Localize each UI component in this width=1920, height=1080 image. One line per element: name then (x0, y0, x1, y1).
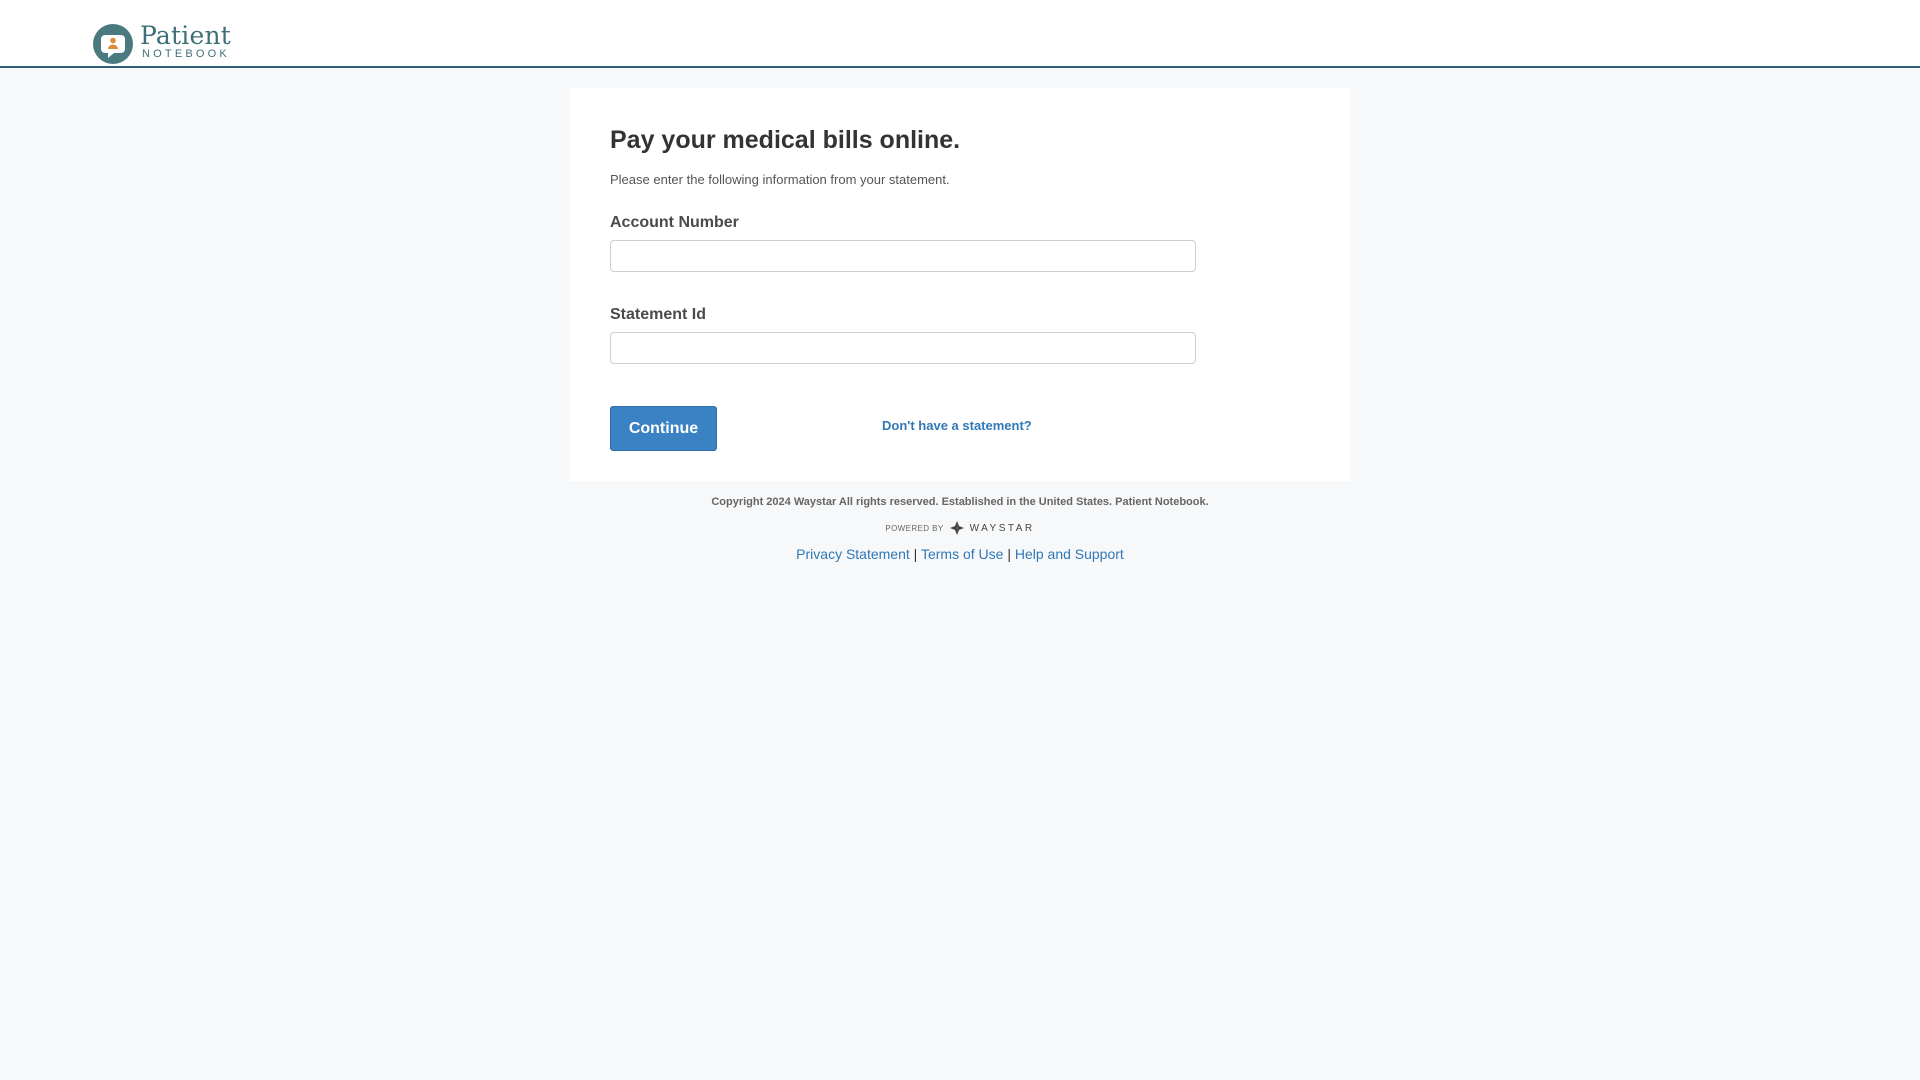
copyright-text: Copyright 2024 Waystar All rights reserv… (711, 496, 1209, 508)
footer: Copyright 2024 Waystar All rights reserv… (570, 496, 1350, 562)
footer-links: Privacy Statement | Terms of Use | Help … (570, 546, 1350, 562)
form-instructions: Please enter the following information f… (610, 172, 950, 187)
waystar-wordmark: WAYSTAR (969, 522, 1035, 534)
terms-of-use-link[interactable]: Terms of Use (921, 546, 1003, 562)
logo-word: Patient (140, 21, 231, 50)
logo-subtext: NOTEBOOK (142, 48, 230, 60)
privacy-statement-link[interactable]: Privacy Statement (796, 546, 910, 562)
logo-text: Patient NOTEBOOK (140, 23, 231, 60)
account-number-label: Account Number (610, 214, 739, 231)
waystar-logo-icon (949, 521, 964, 535)
statement-id-label: Statement Id (610, 306, 707, 323)
powered-by-waystar: POWERED BY WAYSTAR (570, 520, 1350, 536)
help-and-support-link[interactable]: Help and Support (1015, 546, 1124, 562)
patient-notebook-logo[interactable]: Patient NOTEBOOK (92, 23, 231, 65)
account-number-input[interactable] (610, 240, 1196, 272)
page-title: Pay your medical bills online. (610, 126, 961, 154)
no-statement-link[interactable]: Don't have a statement? (882, 418, 1032, 433)
payment-form-card: Pay your medical bills online. Please en… (570, 88, 1350, 481)
speech-bubble-person-icon (93, 24, 133, 64)
powered-by-label: POWERED BY (885, 523, 944, 533)
statement-id-input[interactable] (610, 332, 1196, 364)
link-separator: | (913, 546, 918, 562)
top-header: Patient NOTEBOOK (0, 0, 1920, 68)
link-separator: | (1007, 546, 1011, 562)
continue-button[interactable]: Continue (610, 406, 717, 451)
